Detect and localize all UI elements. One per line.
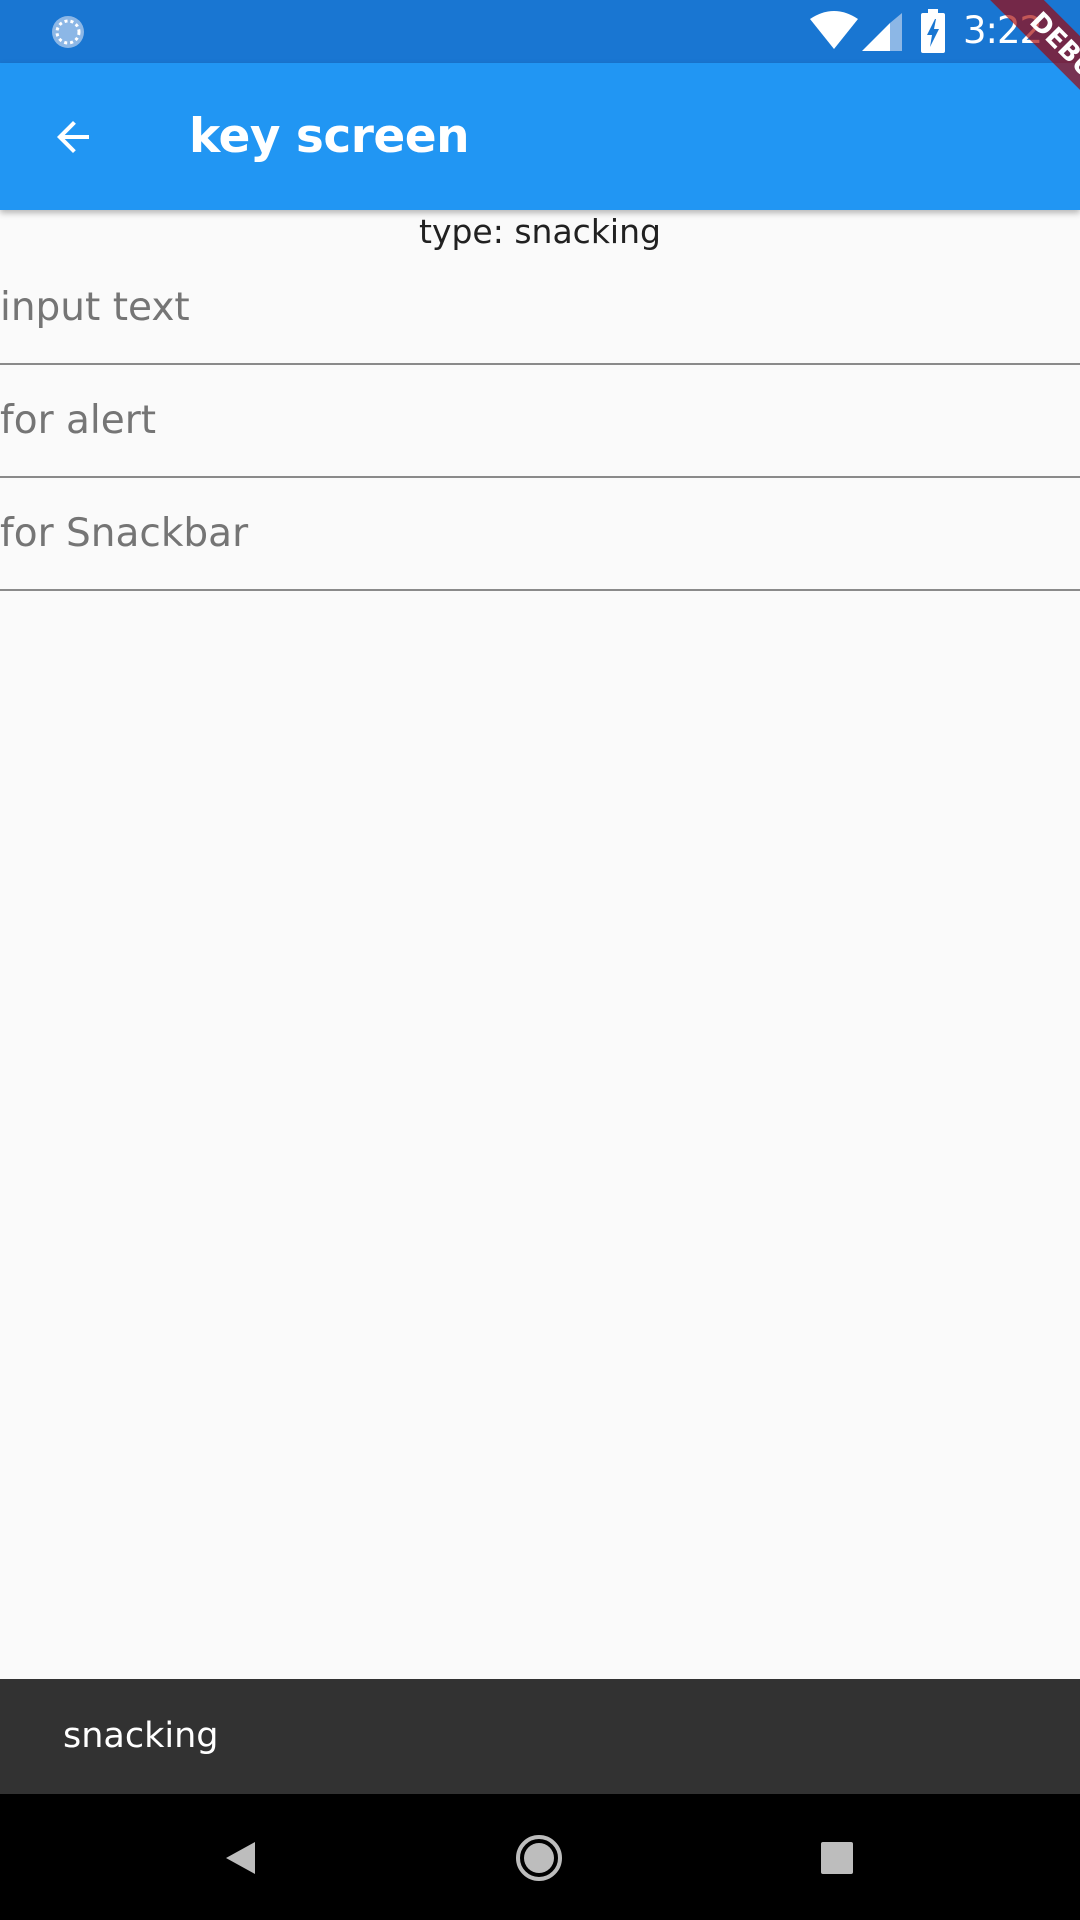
battery-charging-icon	[921, 9, 945, 53]
alert-text-input[interactable]	[0, 365, 1080, 475]
input-text-field[interactable]	[0, 252, 1080, 365]
sync-icon	[52, 16, 84, 48]
alert-text-field[interactable]	[0, 365, 1080, 478]
back-button[interactable]	[36, 100, 110, 174]
nav-recents-icon	[821, 1842, 853, 1874]
navigation-bar	[0, 1794, 1080, 1920]
status-bar: 3:22	[0, 0, 1080, 63]
nav-recents-button[interactable]	[795, 1816, 879, 1900]
page-title: key screen	[189, 109, 470, 164]
wifi-icon	[810, 11, 858, 49]
snackbar-message: snacking	[63, 1716, 219, 1756]
signal-icon	[862, 13, 902, 51]
app-bar: key screen	[0, 63, 1080, 210]
nav-back-button[interactable]	[199, 1816, 283, 1900]
nav-home-icon	[516, 1835, 562, 1881]
screen: 3:22 key screen DEBUG type: snacking sna…	[0, 0, 1080, 1920]
type-label: type: snacking	[419, 212, 661, 251]
snackbar-text-input[interactable]	[0, 478, 1080, 588]
nav-back-icon	[226, 1842, 255, 1874]
status-bar-clock: 3:22	[963, 9, 1043, 52]
snackbar: snacking	[0, 1679, 1080, 1794]
input-text-input[interactable]	[0, 252, 1080, 362]
nav-home-button[interactable]	[497, 1816, 581, 1900]
snackbar-text-field[interactable]	[0, 478, 1080, 591]
arrow-back-icon	[57, 121, 89, 153]
